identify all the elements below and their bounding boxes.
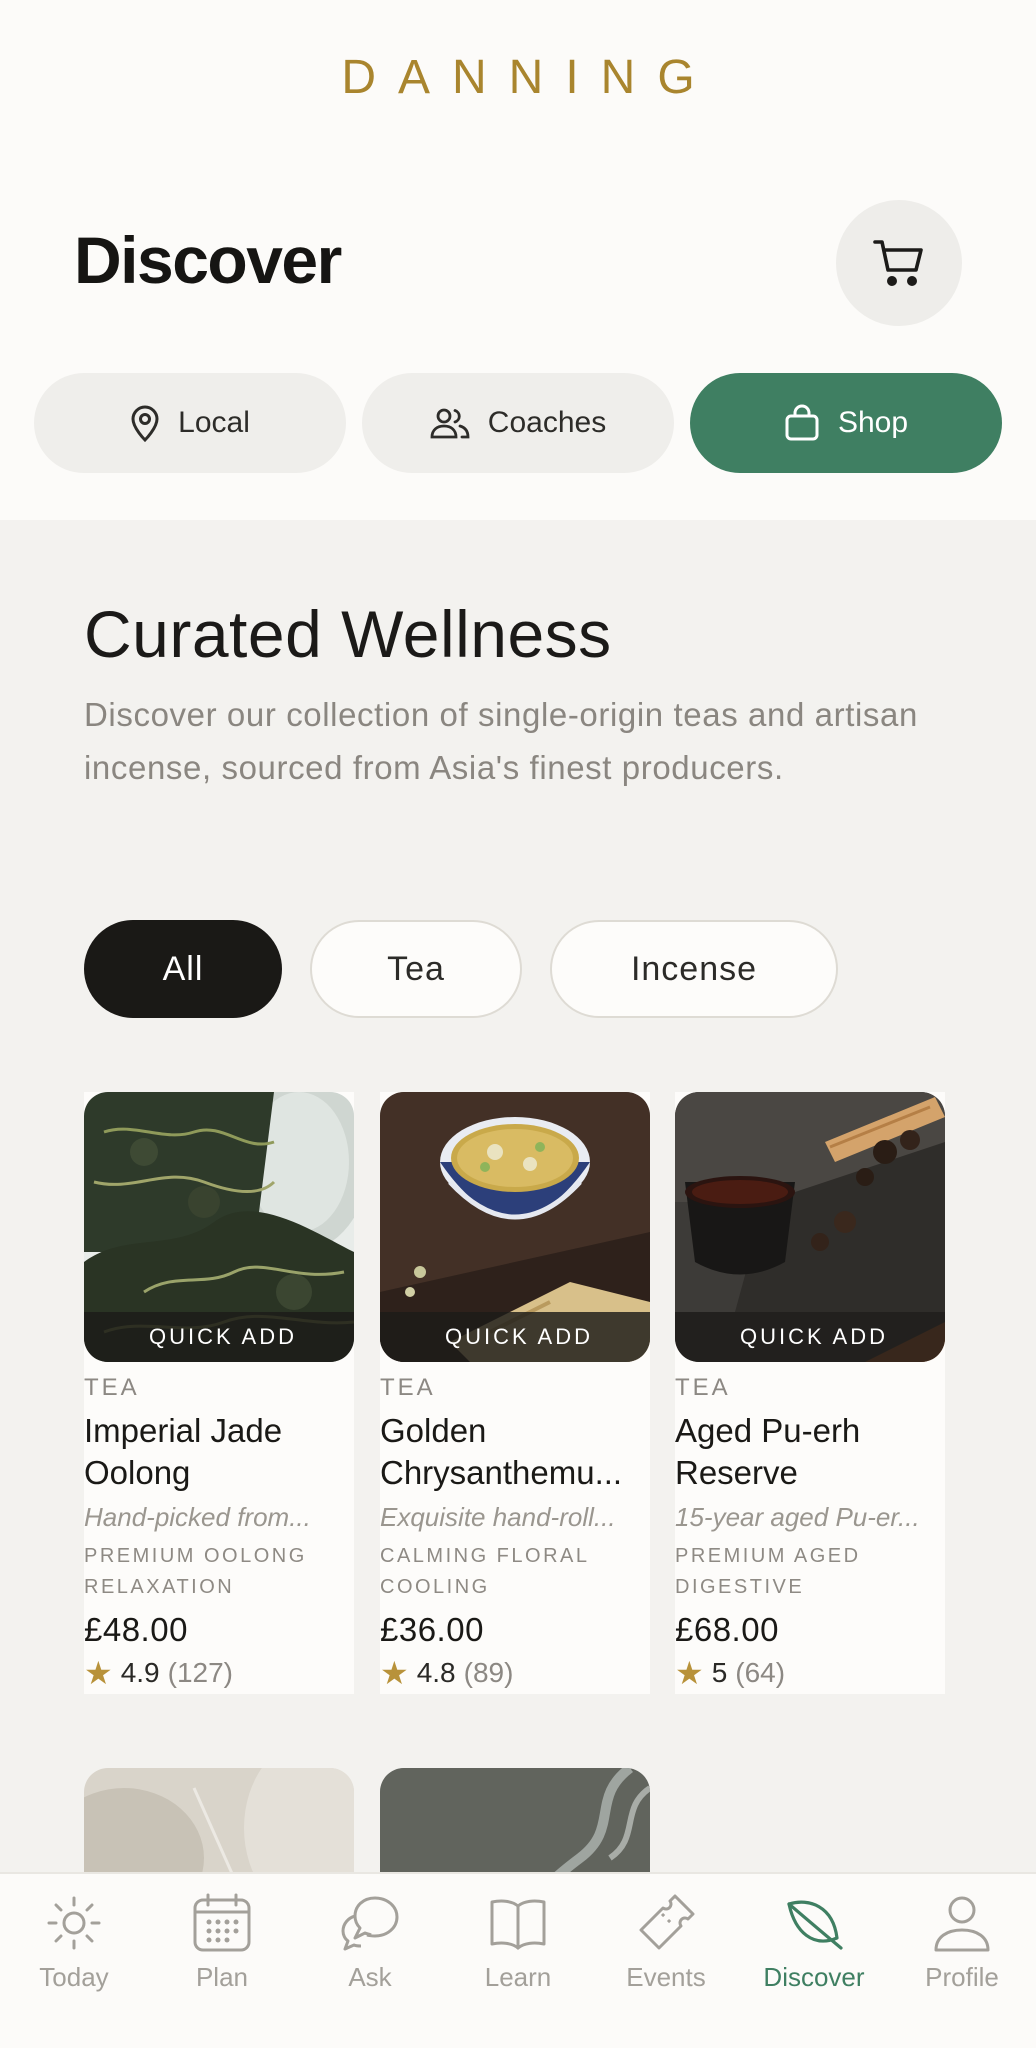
product-description: 15-year aged Pu-er... <box>675 1502 920 1532</box>
page-title: Discover <box>74 223 342 297</box>
product-name: Imperial Jade Oolong <box>84 1410 354 1494</box>
cart-button[interactable] <box>836 200 962 326</box>
shopping-bag-icon <box>785 404 819 441</box>
header-area: DANNING Discover Local Coaches Shop <box>0 0 1036 520</box>
product-tag: COOLING <box>380 1576 490 1598</box>
tab-discover-label: Discover <box>763 1962 865 1992</box>
review-count: (127) <box>167 1657 233 1688</box>
tab-plan-label: Plan <box>195 1962 249 1992</box>
product-name-line: Reserve <box>675 1454 798 1491</box>
quick-add-button[interactable]: QUICK ADD <box>675 1312 945 1362</box>
brand-logo: DANNING <box>341 51 717 104</box>
product-category: TEA <box>380 1374 436 1401</box>
product-image[interactable]: QUICK ADD <box>380 1092 650 1362</box>
product-image <box>380 1768 650 1888</box>
product-category: TEA <box>84 1374 140 1401</box>
review-count: (64) <box>735 1657 786 1688</box>
tab-ask-label: Ask <box>348 1962 392 1992</box>
product-tag: DIGESTIVE <box>675 1576 805 1598</box>
product-price: £36.00 <box>380 1611 484 1648</box>
star-icon: ★ <box>380 1655 409 1691</box>
product-name-line: Imperial Jade <box>84 1412 283 1449</box>
star-icon: ★ <box>84 1655 113 1691</box>
product-card[interactable]: QUICK ADD TEA Imperial Jade Oolong Hand-… <box>84 1092 354 1694</box>
product-tag: RELAXATION <box>84 1576 235 1598</box>
filter-all[interactable]: All <box>84 920 282 1018</box>
leaf-icon <box>787 1900 843 1950</box>
sun-icon <box>47 1896 101 1950</box>
product-rating: ★ 4.9 (127) <box>84 1657 354 1689</box>
tab-today-label: Today <box>39 1962 109 1992</box>
product-rating: ★ 5 (64) <box>675 1657 945 1689</box>
product-image[interactable]: QUICK ADD <box>675 1092 945 1362</box>
product-name: Aged Pu-erh Reserve <box>675 1410 945 1494</box>
product-tag: CALMING FLORAL <box>380 1545 590 1567</box>
tab-learn-label: Learn <box>484 1962 552 1992</box>
product-name-line: Chrysanthemu... <box>380 1454 623 1491</box>
tab-profile[interactable]: Profile <box>888 1892 1036 1993</box>
product-card[interactable]: QUICK ADD TEA Golden Chrysanthemu... Exq… <box>380 1092 650 1694</box>
rating-value: 4.8 <box>416 1657 456 1688</box>
tab-discover[interactable]: Discover <box>740 1892 888 1993</box>
tab-profile-label: Profile <box>925 1962 999 1992</box>
map-pin-icon <box>131 405 159 442</box>
product-description: Hand-picked from... <box>84 1502 311 1532</box>
product-name-line: Aged Pu-erh <box>675 1412 861 1449</box>
segment-coaches-label: Coaches <box>487 406 607 439</box>
chat-icon <box>341 1896 399 1951</box>
product-card[interactable]: QUICK ADD TEA Aged Pu-erh Reserve 15-yea… <box>675 1092 945 1694</box>
product-image <box>84 1768 354 1888</box>
tab-events[interactable]: Events <box>592 1892 740 1993</box>
section-title: Curated Wellness <box>84 597 612 671</box>
filter-tea[interactable]: Tea <box>310 920 522 1018</box>
tab-ask[interactable]: Ask <box>296 1892 444 1993</box>
bottom-tab-bar: Today Plan Ask Learn Events Discover Pro… <box>0 1872 1036 2048</box>
product-card-peek[interactable] <box>380 1768 650 1888</box>
rating-value: 5 <box>711 1657 728 1688</box>
star-icon: ★ <box>675 1655 704 1691</box>
product-tags: PREMIUM AGED DIGESTIVE <box>675 1541 945 1603</box>
segment-shop-label: Shop <box>837 406 909 439</box>
tab-learn[interactable]: Learn <box>444 1892 592 1993</box>
product-description: Exquisite hand-roll... <box>380 1502 616 1532</box>
product-price: £48.00 <box>84 1611 188 1648</box>
ticket-icon <box>639 1894 695 1950</box>
tab-plan[interactable]: Plan <box>148 1892 296 1993</box>
users-icon <box>430 408 470 439</box>
product-name-line: Golden <box>380 1412 487 1449</box>
quick-add-button[interactable]: QUICK ADD <box>380 1312 650 1362</box>
calendar-icon <box>193 1893 251 1952</box>
section-subtitle: Discover our collection of single-origin… <box>84 696 918 786</box>
product-tag: PREMIUM OOLONG <box>84 1545 307 1567</box>
quick-add-button[interactable]: QUICK ADD <box>84 1312 354 1362</box>
product-category: TEA <box>675 1374 731 1401</box>
segment-local[interactable]: Local <box>34 373 346 473</box>
product-image[interactable]: QUICK ADD <box>84 1092 354 1362</box>
tab-today[interactable]: Today <box>0 1892 148 1993</box>
filter-incense[interactable]: Incense <box>550 920 838 1018</box>
person-icon <box>934 1896 990 1952</box>
rating-value: 4.9 <box>120 1657 160 1688</box>
product-name: Golden Chrysanthemu... <box>380 1410 650 1494</box>
product-tags: PREMIUM OOLONG RELAXATION <box>84 1541 354 1603</box>
tab-events-label: Events <box>626 1962 706 1992</box>
product-rating: ★ 4.8 (89) <box>380 1657 650 1689</box>
product-tags: CALMING FLORAL COOLING <box>380 1541 650 1603</box>
product-price: £68.00 <box>675 1611 779 1648</box>
cart-icon <box>873 240 923 286</box>
book-icon <box>490 1899 546 1950</box>
product-card-peek[interactable] <box>84 1768 354 1888</box>
segment-shop[interactable]: Shop <box>690 373 1002 473</box>
product-name-line: Oolong <box>84 1454 191 1491</box>
segment-coaches[interactable]: Coaches <box>362 373 674 473</box>
product-tag: PREMIUM AGED <box>675 1545 861 1567</box>
review-count: (89) <box>463 1657 514 1688</box>
segment-local-label: Local <box>178 406 250 439</box>
